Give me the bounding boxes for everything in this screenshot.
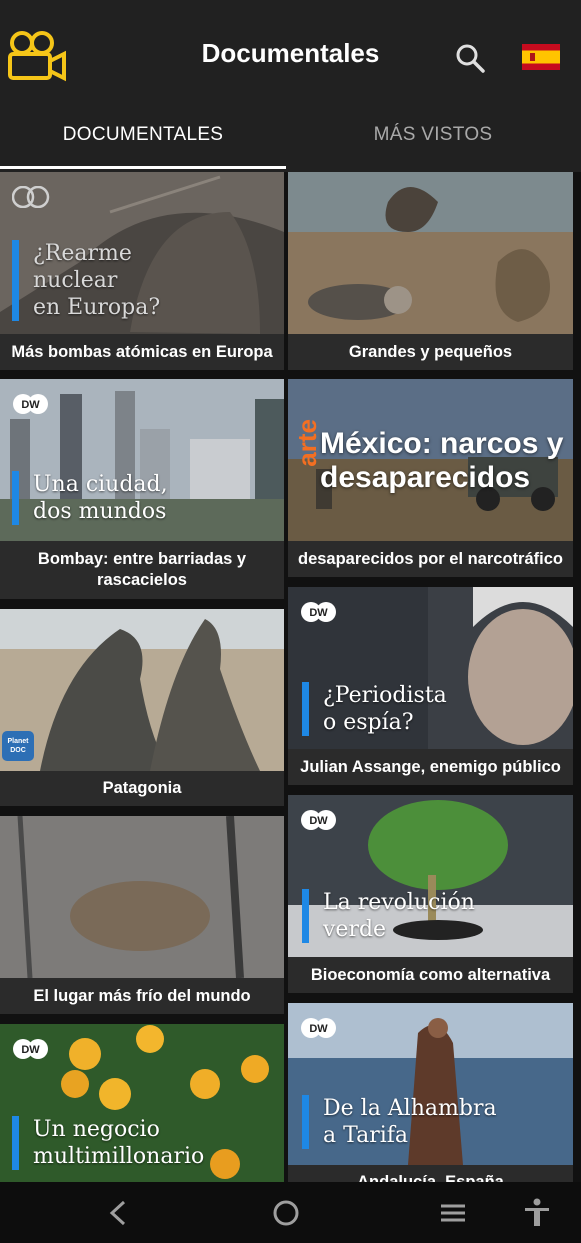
overlay-line: ¿Periodista [323,683,447,708]
dw-logo-icon: DW [301,810,336,830]
overlay-line: De la Alhambra [323,1096,497,1121]
overlay-line: en Europa? [33,295,161,320]
card-caption: Patagonia [102,778,182,797]
documentary-card[interactable]: DW Un negocio multimillonario [0,1024,284,1182]
overlay-title: ¿Rearme nuclear en Europa? [12,240,160,321]
overlay-line: o espía? [323,710,414,735]
dw-logo-icon: DW [301,1018,336,1038]
overlay-line: verde [323,917,387,942]
card-caption: Bioeconomía como alternativa [310,965,551,984]
overlay-line: Una ciudad, [33,472,168,497]
tab-indicator [0,166,286,169]
overlay-title: México: narcos y desaparecidos [320,427,563,495]
search-icon[interactable] [454,42,486,74]
documentary-card[interactable]: DW De la Alhambra a Tarifa Andalucía, Es… [288,1003,573,1182]
overlay-title: La revolución verde [302,889,475,943]
planet-doc-logo: Planet DOC [2,731,34,761]
documentary-card[interactable]: DW ¿Periodista o espía? Julian Assange, … [288,587,573,785]
overlay-title: Una ciudad, dos mundos [12,471,168,525]
overlay-title: De la Alhambra a Tarifa [302,1095,497,1149]
thumbnail [0,816,284,978]
accessibility-icon[interactable] [519,1196,555,1230]
system-nav-bar [0,1182,581,1243]
card-caption: Andalucía, España [357,1172,504,1183]
overlay-line: Un negocio [33,1117,160,1142]
documentary-card[interactable]: El lugar más frío del mundo [0,816,284,1014]
overlay-line: dos mundos [33,499,167,524]
app-title: Documentales [201,38,380,68]
overlay-title: Un negocio multimillonario [12,1116,204,1170]
documentary-card[interactable]: DW Una ciudad, dos mundos Bombay: entre … [0,379,284,599]
dw-logo-icon: DW [301,602,336,622]
svg-text:DW: DW [309,1023,328,1035]
documentary-card[interactable]: ¿Rearme nuclear en Europa? Más bombas at… [0,172,284,370]
thumbnail [0,609,284,771]
svg-text:DW: DW [21,399,40,411]
home-icon[interactable] [268,1196,304,1230]
card-caption: desaparecidos por el narcotráfico [297,549,563,568]
thumbnail [288,172,573,334]
overlay-line: a Tarifa [323,1123,409,1148]
dw-logo-icon [12,186,50,208]
arte-logo: arte [292,419,322,467]
svg-text:DW: DW [309,607,328,619]
back-icon[interactable] [100,1196,136,1230]
dw-logo-icon: DW [13,394,48,414]
documentary-card[interactable]: DW La revolución verde Bioeconomía como … [288,795,573,993]
tab-mas-vistos[interactable]: MÁS VISTOS [288,118,578,170]
card-caption: Más bombas atómicas en Europa [11,342,273,361]
card-caption: Bombay: entre barriadas y rascacielos [37,550,247,589]
overlay-line: multimillonario [33,1144,205,1169]
card-caption: El lugar más frío del mundo [33,986,251,1005]
overlay-line: nuclear [33,268,118,293]
tab-documentales[interactable]: DOCUMENTALES [0,118,286,170]
overlay-title: ¿Periodista o espía? [302,682,447,736]
card-caption: Julian Assange, enemigo público [300,757,561,776]
app-bar: Documentales DOCUMENTALES MÁS VISTOS [0,0,581,172]
card-caption: Grandes y pequeños [348,342,513,361]
documentary-card[interactable]: Grandes y pequeños [288,172,573,370]
spain-flag-icon[interactable] [522,44,560,70]
overlay-line: desaparecidos [320,461,531,494]
recents-icon[interactable] [435,1196,471,1230]
overlay-line: México: narcos y [320,427,564,460]
overlay-line: La revolución [323,890,475,915]
dw-logo-icon: DW [13,1039,48,1059]
overlay-line: ¿Rearme [33,241,132,266]
documentary-card[interactable]: arte México: narcos y desaparecidos desa… [288,379,573,577]
documentary-card[interactable]: Planet DOC Patagonia [0,609,284,806]
svg-text:DW: DW [21,1044,40,1056]
svg-text:DW: DW [309,815,328,827]
